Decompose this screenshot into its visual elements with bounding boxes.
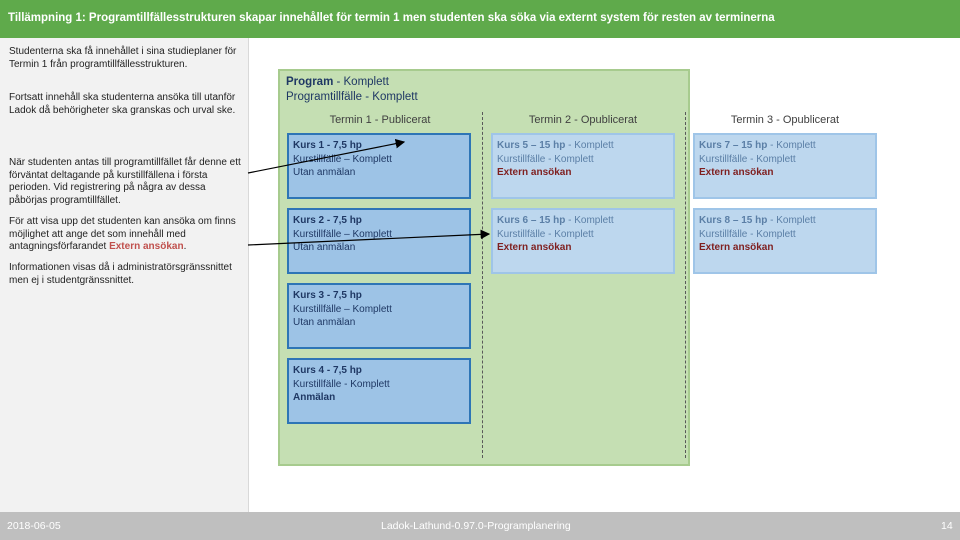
footer-date: 2018-06-05 [7,520,61,532]
connector-arrows [247,138,491,246]
footer-page-number: 14 [941,520,953,532]
arrow-to-kurs-6 [247,229,491,246]
footer-document-name: Ladok-Lathund-0.97.0-Programplanering [381,520,571,532]
slide-footer: 2018-06-05 Ladok-Lathund-0.97.0-Programp… [0,512,960,540]
arrow-to-kurs-1 [247,138,406,174]
